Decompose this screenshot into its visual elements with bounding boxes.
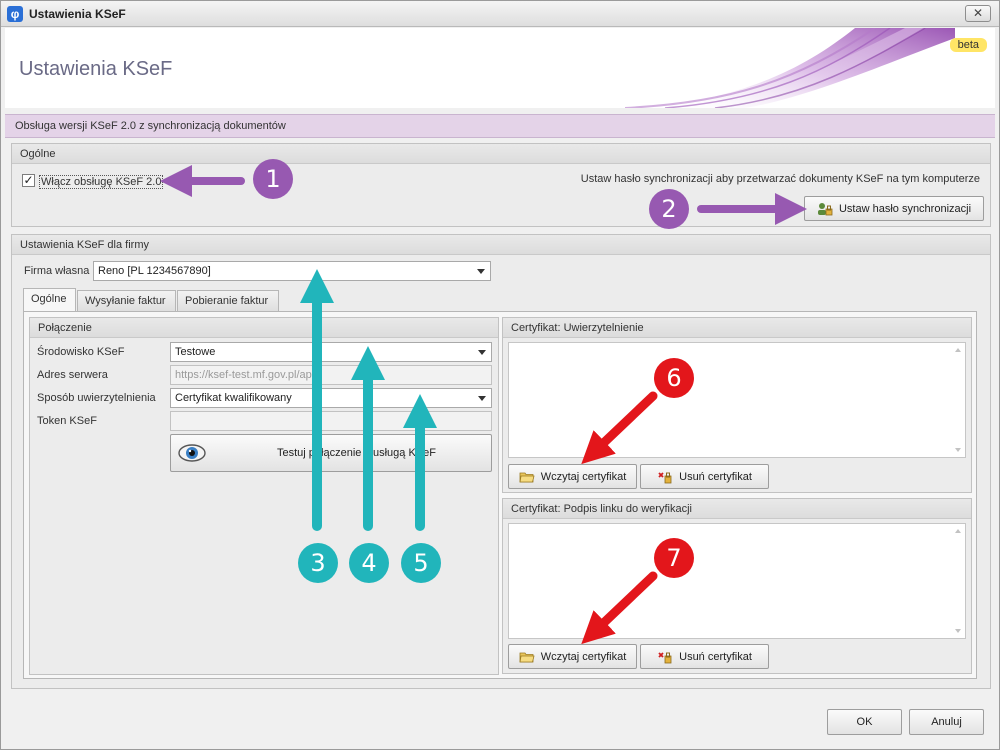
cancel-button[interactable]: Anuluj	[909, 709, 984, 735]
environment-select[interactable]: Testowe	[170, 342, 492, 362]
cert-auth-header: Certyfikat: Uwierzytelnienie	[503, 318, 971, 338]
environment-label: Środowisko KSeF	[37, 346, 125, 358]
tab-sending-invoices[interactable]: Wysyłanie faktur	[77, 290, 176, 312]
scroll-up-icon[interactable]	[955, 348, 961, 352]
callout-7: 7	[654, 538, 694, 578]
chevron-down-icon	[477, 269, 485, 274]
user-key-icon	[817, 202, 833, 215]
ok-button[interactable]: OK	[827, 709, 902, 735]
app-logo-icon: φ	[7, 6, 23, 22]
info-bar: Obsługa wersji KSeF 2.0 z synchronizacją…	[5, 114, 995, 138]
callout-1: 1	[253, 159, 293, 199]
cert-auth-list[interactable]	[508, 342, 966, 458]
general-group: Ogólne ✓ Włącz obsługę KSeF 2.0 Ustaw ha…	[11, 143, 991, 227]
company-settings-header: Ustawienia KSeF dla firmy	[12, 235, 990, 255]
server-address-label: Adres serwera	[37, 369, 108, 381]
cert-remove-icon	[658, 651, 672, 663]
server-address-field[interactable]: https://ksef-test.mf.gov.pl/api	[170, 365, 492, 385]
folder-open-icon	[519, 652, 535, 662]
callout-4: 4	[349, 543, 389, 583]
cert-remove-icon	[658, 471, 672, 483]
callout-5: 5	[401, 543, 441, 583]
sync-hint-text: Ustaw hasło synchronizacji aby przetwarz…	[580, 173, 980, 185]
cert-sign-header: Certyfikat: Podpis linku do weryfikacji	[503, 499, 971, 519]
callout-2: 2	[649, 189, 689, 229]
own-company-value: Reno [PL 1234567890]	[98, 265, 211, 277]
token-field[interactable]	[170, 411, 492, 431]
scroll-up-icon[interactable]	[955, 529, 961, 533]
chevron-down-icon	[478, 350, 486, 355]
page-title: Ustawienia KSeF	[19, 58, 173, 80]
beta-badge: beta	[949, 38, 987, 52]
test-connection-label: Testuj połączenie z usługą KSeF	[277, 447, 436, 459]
decorative-swoosh-icon	[625, 28, 955, 108]
callout-3: 3	[298, 543, 338, 583]
cert-auth-remove-label: Usuń certyfikat	[679, 470, 752, 483]
scroll-down-icon[interactable]	[955, 629, 961, 633]
cert-sign-remove-button[interactable]: Usuń certyfikat	[640, 644, 769, 669]
cert-sign-remove-label: Usuń certyfikat	[679, 650, 752, 663]
test-connection-button[interactable]: Testuj połączenie z usługą KSeF	[170, 434, 492, 472]
chevron-down-icon	[478, 396, 486, 401]
scroll-down-icon[interactable]	[955, 448, 961, 452]
auth-method-select[interactable]: Certyfikat kwalifikowany	[170, 388, 492, 408]
close-button[interactable]: ✕	[965, 5, 991, 22]
environment-value: Testowe	[175, 346, 216, 358]
auth-method-label: Sposób uwierzytelnienia	[37, 392, 156, 404]
set-sync-password-button[interactable]: Ustaw hasło synchronizacji	[804, 196, 984, 221]
general-group-header: Ogólne	[12, 144, 990, 164]
title-bar: φ Ustawienia KSeF ✕	[1, 1, 999, 27]
enable-ksef-label[interactable]: Włącz obsługę KSeF 2.0	[39, 175, 164, 189]
callout-6: 6	[654, 358, 694, 398]
cert-auth-remove-button[interactable]: Usuń certyfikat	[640, 464, 769, 489]
dialog-header: Ustawienia KSeF beta	[5, 28, 995, 108]
token-label: Token KSeF	[37, 415, 97, 427]
enable-ksef-checkbox[interactable]: ✓	[22, 174, 35, 187]
own-company-label: Firma własna	[24, 265, 90, 277]
cert-auth-load-label: Wczytaj certyfikat	[540, 470, 627, 483]
connection-header: Połączenie	[30, 318, 498, 338]
cert-sign-list[interactable]	[508, 523, 966, 639]
tab-general[interactable]: Ogólne	[23, 288, 76, 312]
set-sync-password-label: Ustaw hasło synchronizacji	[838, 202, 972, 215]
auth-method-value: Certyfikat kwalifikowany	[175, 392, 292, 404]
cert-auth-load-button[interactable]: Wczytaj certyfikat	[508, 464, 637, 489]
folder-open-icon	[519, 472, 535, 482]
cert-sign-load-button[interactable]: Wczytaj certyfikat	[508, 644, 637, 669]
settings-window: φ Ustawienia KSeF ✕ Ustawienia KSeF beta…	[0, 0, 1000, 750]
window-title: Ustawienia KSeF	[29, 7, 126, 21]
eye-icon	[178, 444, 206, 462]
tab-downloading-invoices[interactable]: Pobieranie faktur	[177, 290, 279, 312]
own-company-select[interactable]: Reno [PL 1234567890]	[93, 261, 491, 281]
cert-sign-load-label: Wczytaj certyfikat	[540, 650, 627, 663]
